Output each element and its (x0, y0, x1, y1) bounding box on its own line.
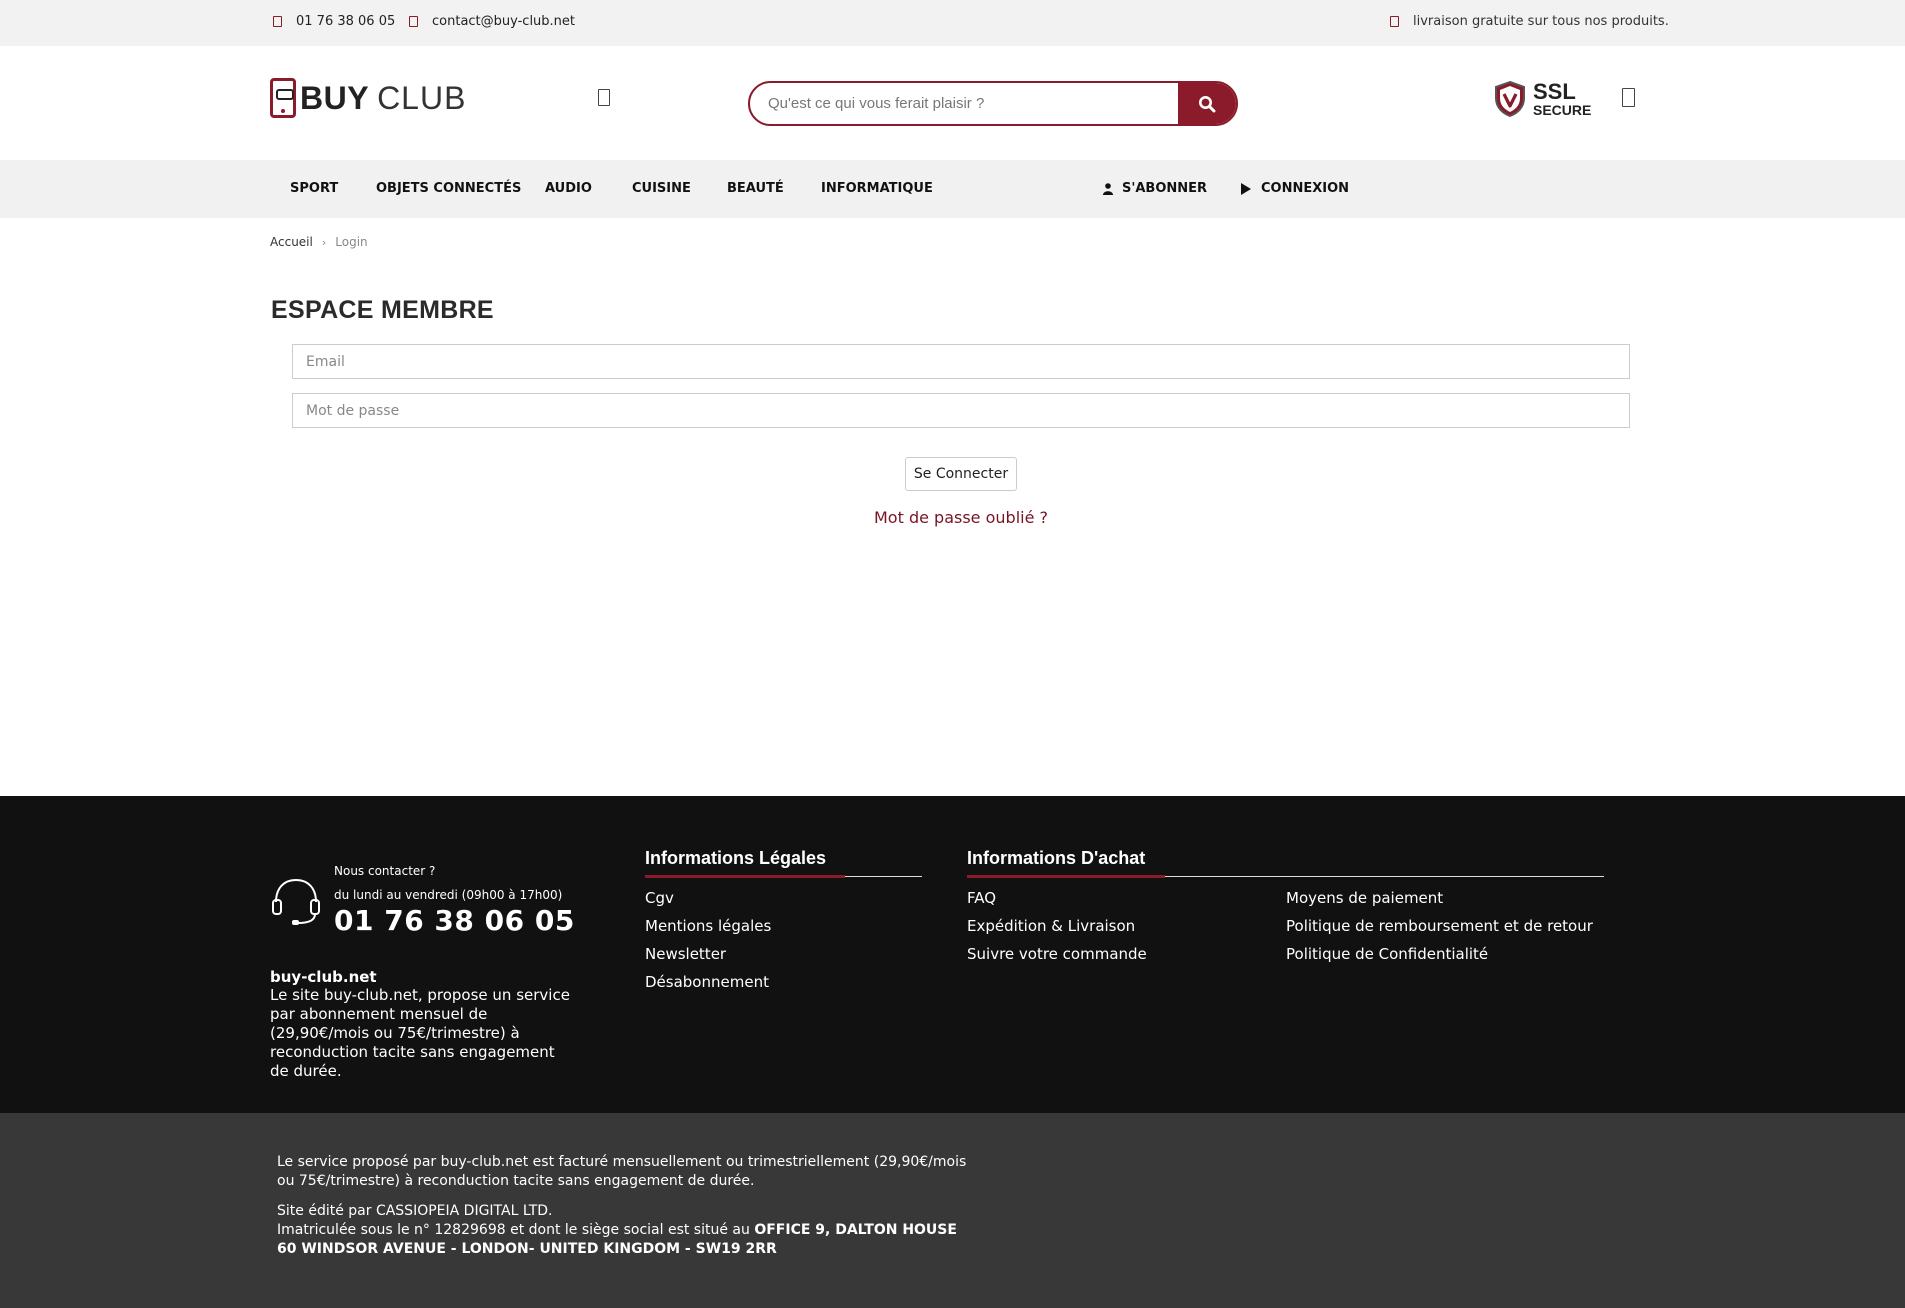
purchase-title: Informations D'achat (967, 848, 1146, 868)
footer-link-confidentialite[interactable]: Politique de Confidentialité (1286, 945, 1488, 963)
purchase-divider-accent (967, 875, 1165, 878)
main-nav: SPORT OBJETS CONNECTÉS AUDIO CUISINE BEA… (0, 160, 1905, 218)
edited-by: Site édité par CASSIOPEIA DIGITAL LTD. (277, 1203, 553, 1219)
mail-icon (409, 16, 418, 27)
footer-link-faq[interactable]: FAQ (967, 889, 996, 907)
nav-subscribe[interactable]: S'ABONNER (1103, 181, 1207, 196)
legal-notice: Site édité par CASSIOPEIA DIGITAL LTD. I… (277, 1202, 977, 1259)
sub-footer: Le service proposé par buy-club.net est … (0, 1113, 1905, 1308)
nav-subscribe-label: S'ABONNER (1122, 181, 1208, 196)
footer-link-cgv[interactable]: Cgv (645, 889, 674, 907)
password-field[interactable] (292, 393, 1630, 428)
breadcrumb: Accueil › Login (270, 235, 368, 249)
site-footer: Nous contacter ? du lundi au vendredi (0… (0, 796, 1905, 1113)
headset-icon (272, 878, 320, 925)
footer-link-mentions[interactable]: Mentions légales (645, 917, 771, 935)
footer-link-expedition[interactable]: Expédition & Livraison (967, 917, 1135, 935)
email-field[interactable] (292, 344, 1630, 379)
logo-phone-icon (270, 78, 296, 118)
topbar-phone-text: 01 76 38 06 05 (296, 14, 396, 29)
secure-label: SECURE (1533, 102, 1592, 118)
contact-question: Nous contacter ? (334, 864, 436, 878)
nav-item-informatique[interactable]: INFORMATIQUE (821, 181, 933, 196)
logo-text-buy: BUY (300, 79, 370, 116)
top-bar: 01 76 38 06 05 contact@buy-club.net livr… (0, 0, 1905, 46)
nav-item-sport[interactable]: SPORT (290, 181, 338, 196)
user-icon (1103, 182, 1113, 195)
truck-icon (1390, 16, 1399, 27)
registration-text: Imatriculée sous le n° 12829698 et dont … (277, 1222, 750, 1238)
topbar-email[interactable]: contact@buy-club.net (409, 14, 575, 29)
topbar-shipping-text: livraison gratuite sur tous nos produits… (1413, 14, 1669, 29)
breadcrumb-home[interactable]: Accueil (270, 235, 313, 249)
legal-divider-accent (645, 875, 845, 878)
footer-link-suivre[interactable]: Suivre votre commande (967, 945, 1147, 963)
nav-item-cuisine[interactable]: CUISINE (632, 181, 691, 196)
menu-toggle-icon[interactable] (598, 89, 610, 106)
topbar-email-text: contact@buy-club.net (432, 14, 576, 29)
search-bar (748, 81, 1238, 126)
page-title: ESPACE MEMBRE (271, 296, 494, 324)
nav-item-beaute[interactable]: BEAUTÉ (727, 181, 784, 196)
billing-notice: Le service proposé par buy-club.net est … (277, 1154, 967, 1189)
play-icon (1241, 182, 1251, 195)
contact-hours: du lundi au vendredi (09h00 à 17h00) (334, 888, 563, 902)
login-button[interactable]: Se Connecter (905, 457, 1017, 491)
search-button[interactable] (1178, 83, 1236, 124)
site-header: BUY CLUB SSL SECURE (0, 46, 1905, 160)
nav-login-label: CONNEXION (1261, 181, 1350, 196)
registration-line: Imatriculée sous le n° 12829698 et dont … (277, 1221, 977, 1259)
footer-link-newsletter[interactable]: Newsletter (645, 945, 726, 963)
search-input[interactable] (750, 83, 1178, 124)
logo-text-club: CLUB (377, 79, 467, 116)
chevron-right-icon: › (321, 235, 327, 249)
footer-link-remboursement[interactable]: Politique de remboursement et de retour (1286, 917, 1593, 935)
phone-icon (273, 16, 282, 27)
search-icon (1199, 95, 1216, 112)
footer-brand: buy-club.net (270, 968, 377, 986)
site-logo[interactable]: BUY CLUB (270, 78, 466, 118)
footer-description: Le site buy-club.net, propose un service… (270, 986, 570, 1080)
footer-link-paiement[interactable]: Moyens de paiement (1286, 889, 1443, 907)
cart-icon[interactable] (1622, 88, 1635, 107)
breadcrumb-current: Login (335, 235, 368, 249)
legal-title: Informations Légales (645, 848, 827, 868)
topbar-phone[interactable]: 01 76 38 06 05 (273, 14, 395, 29)
shield-icon (1495, 80, 1525, 118)
ssl-badge: SSL SECURE (1493, 80, 1591, 118)
nav-login[interactable]: CONNEXION (1241, 181, 1349, 196)
nav-item-audio[interactable]: AUDIO (545, 181, 592, 196)
footer-link-desabonnement[interactable]: Désabonnement (645, 973, 769, 991)
topbar-shipping: livraison gratuite sur tous nos produits… (1390, 14, 1669, 29)
footer-phone[interactable]: 01 76 38 06 05 (334, 904, 575, 937)
forgot-password-link[interactable]: Mot de passe oublié ? (0, 508, 1905, 527)
nav-item-objets-connectes[interactable]: OBJETS CONNECTÉS (376, 181, 521, 196)
ssl-label: SSL (1533, 79, 1576, 104)
